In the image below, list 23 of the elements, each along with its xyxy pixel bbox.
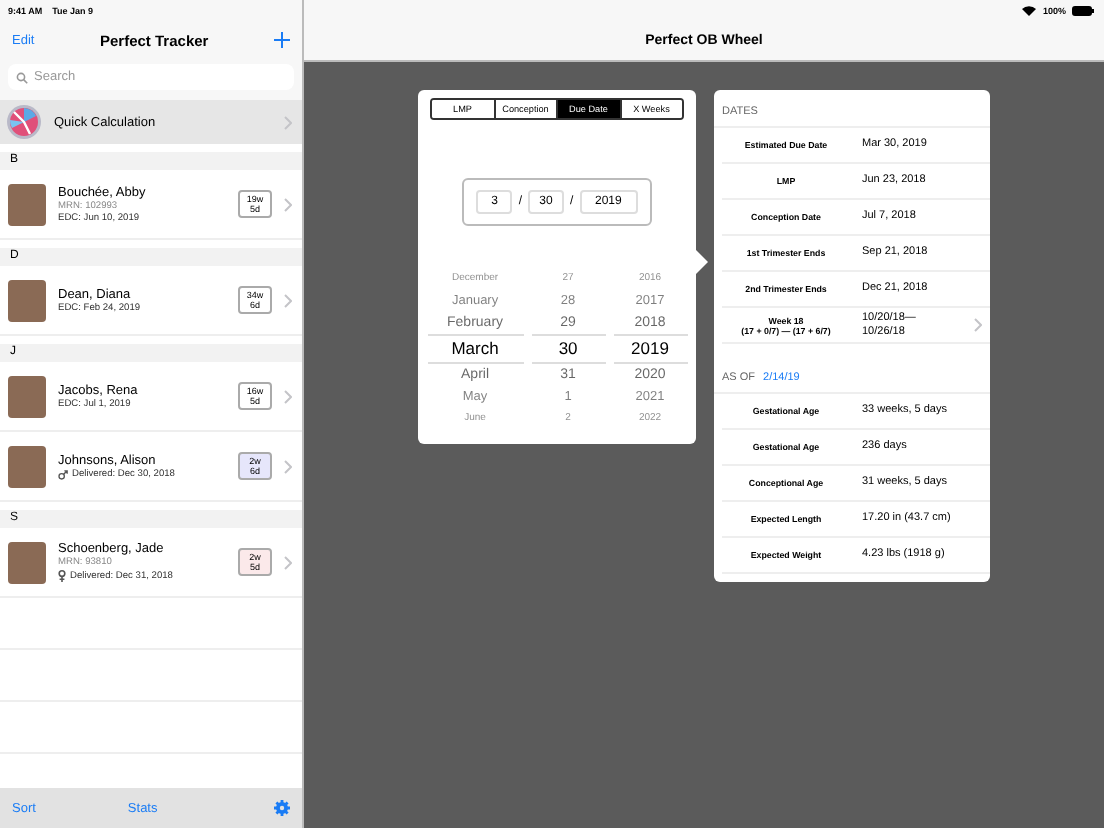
chevron-icon [284,115,292,129]
photo-placeholder [8,375,46,417]
female-symbol-icon [58,570,66,582]
chevron-icon [974,318,982,332]
wheel-icon [6,104,42,140]
chevron-icon [284,555,292,569]
male-symbol-icon [58,469,68,479]
chevron-icon [284,459,292,473]
add-icon[interactable] [274,32,290,48]
photo-placeholder [8,279,46,321]
photo-placeholder [8,541,46,583]
picker-item[interactable]: 2019 [613,334,687,364]
photo-placeholder [8,445,46,487]
picker-item[interactable]: March [427,334,524,364]
battery-icon [1072,5,1094,15]
chevron-icon [284,197,292,211]
settings-icon[interactable] [274,800,290,816]
picker-item[interactable]: 30 [531,334,606,364]
chevron-icon [284,293,292,307]
search-icon [16,71,28,83]
photo-placeholder [8,183,46,225]
wifi-icon [1022,5,1037,15]
chevron-icon [284,389,292,403]
